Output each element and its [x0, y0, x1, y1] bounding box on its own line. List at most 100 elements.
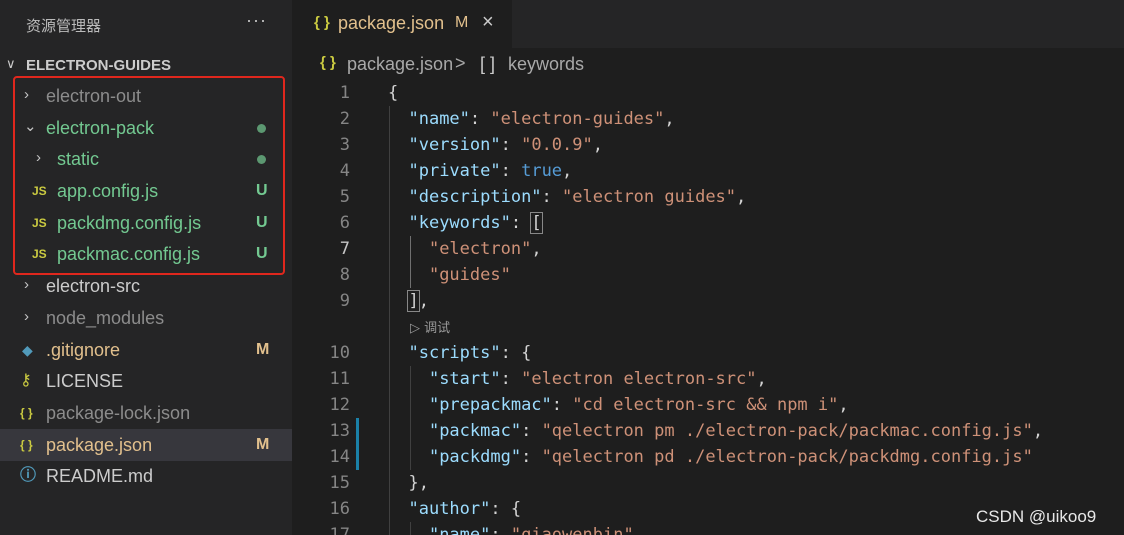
- modified-badge: M: [455, 14, 469, 31]
- code-token: :: [541, 187, 563, 207]
- debug-codelens[interactable]: ▷ 调试: [410, 317, 450, 336]
- line-number: 5: [339, 187, 350, 207]
- watermark: CSDN @uikoo9: [976, 507, 1097, 526]
- more-actions-icon[interactable]: ···: [246, 10, 267, 31]
- tree-item-packmac-config[interactable]: JS packmac.config.js U: [0, 238, 292, 270]
- chevron-down-icon: ∨: [6, 56, 16, 71]
- tree-item-label: app.config.js: [57, 181, 159, 201]
- git-status-badge: M: [256, 436, 270, 453]
- line-number: 9: [339, 291, 350, 311]
- tab-package-json[interactable]: { } package.json M ×: [292, 0, 512, 48]
- tree-item-packdmg-config[interactable]: JS packdmg.config.js U: [0, 207, 292, 239]
- breadcrumb-file[interactable]: package.json: [347, 54, 453, 75]
- code-token: "electron-guides": [490, 109, 665, 129]
- tab-bar: { } package.json M ×: [292, 0, 1124, 48]
- code-line[interactable]: 5 "description": "electron guides",: [292, 184, 1124, 210]
- code-text: "prepackmac": "cd electron-src && npm i"…: [388, 395, 849, 415]
- tree-item-label: electron-pack: [46, 118, 155, 138]
- code-line[interactable]: 14 "packdmg": "qelectron pd ./electron-p…: [292, 444, 1124, 470]
- tree-item-license[interactable]: ⚷ LICENSE: [0, 365, 292, 397]
- license-icon: ⚷: [20, 372, 32, 389]
- explorer-header: 资源管理器 ···: [0, 0, 292, 50]
- code-token: ,: [592, 135, 603, 155]
- tree-item-label: electron-src: [46, 276, 141, 296]
- line-number: 7: [339, 239, 350, 259]
- line-number: 12: [329, 395, 350, 415]
- tree-item-package-lock[interactable]: { } package-lock.json: [0, 397, 292, 429]
- code-token: ,: [418, 291, 429, 311]
- tree-item-gitignore[interactable]: ◆ .gitignore M: [0, 334, 292, 366]
- code-text: "keywords": [: [388, 212, 543, 234]
- code-line[interactable]: 4 "private": true,: [292, 158, 1124, 184]
- tree-item-electron-out[interactable]: › electron-out: [0, 80, 292, 112]
- code-token: ,: [1032, 421, 1044, 441]
- tree-item-package-json[interactable]: { } package.json M: [0, 429, 292, 461]
- git-status-badge: U: [256, 245, 268, 262]
- tree-item-static[interactable]: › static: [0, 143, 292, 175]
- tree-item-electron-pack[interactable]: ⌄ electron-pack: [0, 112, 292, 144]
- breadcrumb-symbol[interactable]: keywords: [508, 54, 584, 75]
- line-number: 14: [329, 447, 350, 467]
- code-text: "packdmg": "qelectron pd ./electron-pack…: [388, 447, 1033, 467]
- line-number: 13: [329, 421, 350, 441]
- code-editor[interactable]: 1{2 "name": "electron-guides", 3 "version…: [292, 80, 1124, 535]
- tree-item-electron-src[interactable]: › electron-src: [0, 270, 292, 302]
- code-line[interactable]: 8 "guides": [292, 262, 1124, 288]
- code-line[interactable]: 7 "electron",: [292, 236, 1124, 262]
- js-file-icon: JS: [32, 216, 47, 230]
- line-number: 17: [329, 525, 350, 535]
- code-text: "start": "electron electron-src",: [388, 369, 767, 389]
- code-text: ],: [388, 290, 429, 312]
- code-line[interactable]: 11 "start": "electron electron-src",: [292, 366, 1124, 392]
- code-line[interactable]: 9 ],: [292, 288, 1124, 314]
- code-token: :: [521, 421, 542, 441]
- code-token: "packdmg": [428, 447, 522, 467]
- code-text: {: [388, 83, 398, 103]
- json-file-icon: { }: [314, 14, 330, 31]
- js-file-icon: JS: [32, 247, 47, 261]
- code-token: ,: [664, 109, 675, 129]
- code-line[interactable]: 6 "keywords": [: [292, 210, 1124, 236]
- code-token: "prepackmac": [428, 395, 552, 415]
- code-text: "version": "0.0.9",: [388, 135, 603, 155]
- tree-item-node-modules[interactable]: › node_modules: [0, 302, 292, 334]
- code-token: "qelectron pm ./electron-pack/packmac.co…: [541, 421, 1033, 441]
- workspace-label: ELECTRON-GUIDES: [26, 57, 172, 74]
- chevron-right-icon: ›: [24, 276, 29, 293]
- code-line[interactable]: 13 "packmac": "qelectron pm ./electron-p…: [292, 418, 1124, 444]
- code-token: : {: [490, 499, 522, 519]
- code-token: "version": [408, 135, 501, 155]
- code-line[interactable]: 1{: [292, 80, 1124, 106]
- json-file-icon: { }: [320, 54, 336, 71]
- code-line[interactable]: 10 "scripts": {: [292, 340, 1124, 366]
- tree-item-readme[interactable]: ⓘ README.md: [0, 460, 292, 492]
- code-token: "qelectron pd ./electron-pack/packdmg.co…: [541, 447, 1033, 467]
- code-text: "private": true,: [388, 161, 572, 181]
- code-token: ,: [838, 395, 849, 415]
- git-status-badge: U: [256, 214, 268, 231]
- code-token: "start": [428, 369, 501, 389]
- tab-label: package.json: [338, 13, 445, 33]
- workspace-section-header[interactable]: ∨ ELECTRON-GUIDES: [0, 53, 292, 77]
- code-line[interactable]: 3 "version": "0.0.9",: [292, 132, 1124, 158]
- tree-item-app-config[interactable]: JS app.config.js U: [0, 175, 292, 207]
- git-status-badge: M: [256, 341, 270, 358]
- code-line[interactable]: 12 "prepackmac": "cd electron-src && npm…: [292, 392, 1124, 418]
- close-icon[interactable]: ×: [482, 11, 494, 34]
- breadcrumb-separator: >: [455, 53, 466, 73]
- code-token: ,: [756, 369, 767, 389]
- code-line[interactable]: 2 "name": "electron-guides",: [292, 106, 1124, 132]
- code-token: ,: [531, 239, 542, 259]
- code-token: : {: [500, 343, 532, 363]
- array-symbol-icon: [ ]: [480, 54, 496, 74]
- git-modified-gutter-marker: [356, 418, 359, 444]
- code-line[interactable]: 15 },: [292, 470, 1124, 496]
- code-token: :: [521, 447, 542, 467]
